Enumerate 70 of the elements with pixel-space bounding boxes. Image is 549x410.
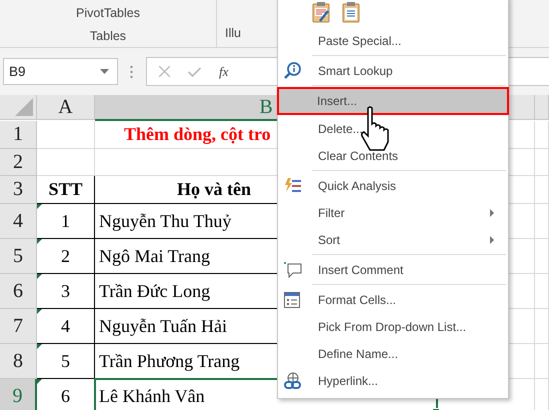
error-indicator-icon — [37, 274, 42, 279]
name-box[interactable]: B9 — [3, 58, 118, 85]
error-indicator-icon — [37, 344, 42, 349]
comment-icon — [284, 260, 302, 278]
spreadsheet-cell[interactable]: 4 — [37, 309, 95, 344]
hyperlink-icon — [284, 372, 302, 390]
error-indicator-icon — [37, 309, 42, 314]
error-indicator-icon — [37, 204, 42, 209]
cell-text: 5 — [61, 350, 70, 372]
quick-analysis-icon — [284, 178, 302, 194]
row-header[interactable]: 5 — [0, 239, 37, 274]
check-icon[interactable] — [188, 66, 201, 76]
menu-item[interactable]: Insert... — [277, 87, 509, 115]
row-header[interactable]: 2 — [0, 149, 37, 176]
group-label: Tables — [90, 29, 126, 43]
close-icon[interactable] — [159, 66, 170, 77]
row-header[interactable]: 9 — [0, 379, 37, 410]
row-header[interactable]: 4 — [0, 204, 37, 239]
spreadsheet-cell[interactable] — [535, 204, 549, 239]
spreadsheet-cell[interactable]: 5 — [37, 344, 95, 379]
column-header[interactable]: A — [37, 95, 95, 120]
cell-text: Họ và tên — [177, 179, 251, 200]
cell-text: Nguyễn Thu Thuỷ — [99, 210, 232, 232]
cell-text: 2 — [61, 246, 70, 266]
insert-function-button[interactable]: fx — [219, 64, 228, 80]
cell-text: Nguyễn Tuấn Hải — [99, 316, 228, 336]
cell-text: 4 — [61, 316, 70, 336]
row-header[interactable]: 7 — [0, 309, 37, 344]
error-indicator-icon — [37, 379, 42, 384]
pivottables-button[interactable]: PivotTables — [76, 6, 140, 20]
clipboard-icon[interactable] — [342, 1, 360, 23]
cell-text: STT — [48, 179, 83, 200]
spreadsheet-cell[interactable] — [37, 121, 95, 149]
cell-text: Ngô Mai Trang — [99, 246, 210, 266]
spreadsheet-cell[interactable]: 3 — [37, 274, 95, 309]
format-cells-icon — [284, 292, 300, 308]
row-header[interactable]: 6 — [0, 274, 37, 309]
row-header[interactable]: 3 — [0, 176, 37, 204]
spreadsheet-cell[interactable] — [535, 149, 549, 176]
cell-text: Trần Phương Trang — [99, 350, 240, 372]
spreadsheet-cell[interactable] — [535, 344, 549, 379]
spreadsheet-cell[interactable]: 1 — [37, 204, 95, 239]
spreadsheet-cell[interactable]: STT — [37, 176, 95, 204]
spreadsheet-cell[interactable] — [535, 121, 549, 149]
spreadsheet-cell[interactable] — [37, 149, 95, 176]
error-indicator-icon — [37, 239, 42, 244]
cell-text: 6 — [61, 386, 70, 406]
cell-text: 3 — [61, 280, 70, 302]
column-header[interactable] — [535, 95, 549, 120]
row-header[interactable]: 1 — [0, 121, 37, 149]
spreadsheet-cell[interactable] — [535, 239, 549, 274]
spreadsheet-cell[interactable] — [535, 309, 549, 344]
menu-item[interactable]: Paste Special... — [278, 27, 508, 54]
paste-format-icon[interactable] — [312, 1, 330, 23]
spreadsheet-cell[interactable]: 2 — [37, 239, 95, 274]
spreadsheet-cell[interactable]: 6 — [37, 379, 95, 410]
grip-icon — [130, 64, 133, 78]
cell-text: Trần Đức Long — [99, 280, 210, 302]
spreadsheet-cell[interactable] — [535, 274, 549, 309]
menu-item[interactable]: Smart Lookup — [278, 57, 508, 84]
spreadsheet-cell[interactable] — [535, 176, 549, 204]
group-label: Illu — [225, 26, 241, 40]
select-all-icon[interactable] — [15, 98, 33, 116]
cell-text: 1 — [61, 210, 70, 232]
cell-text: Lê Khánh Vân — [99, 386, 205, 406]
cell-reference: B9 — [9, 64, 26, 79]
dropdown-arrow-icon[interactable] — [100, 69, 109, 74]
sheet-title: Thêm dòng, cột tro — [124, 124, 271, 145]
row-header[interactable]: 8 — [0, 344, 37, 379]
search-icon — [284, 62, 302, 80]
